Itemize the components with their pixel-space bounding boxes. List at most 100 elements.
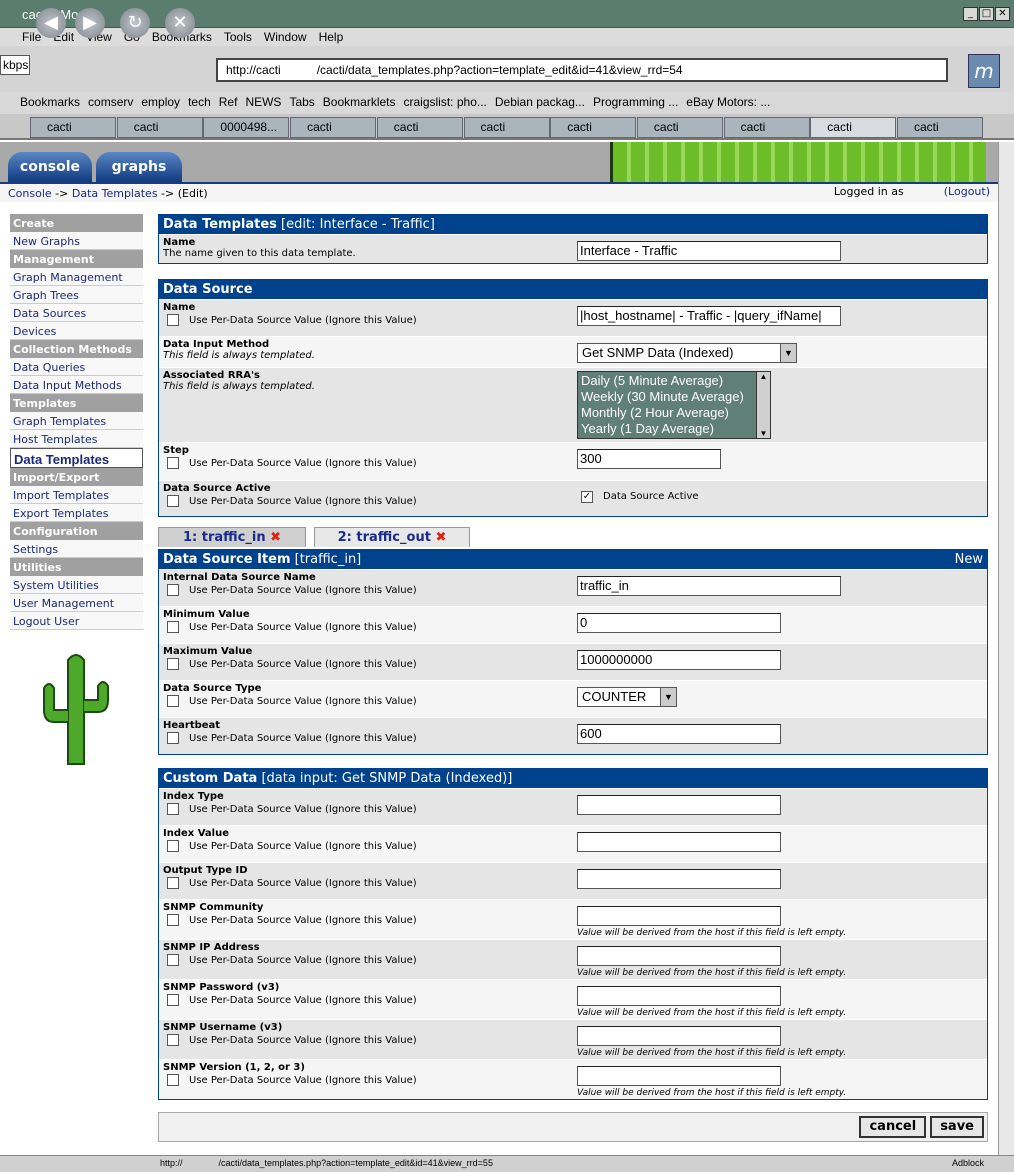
text-input[interactable] xyxy=(577,869,781,889)
close-window-button[interactable]: ✕ xyxy=(995,7,1010,21)
browser-tab[interactable]: cacti xyxy=(636,117,723,138)
sidebar-item-graph-trees[interactable]: Graph Trees xyxy=(10,286,143,304)
minimize-button[interactable]: _ xyxy=(963,7,978,21)
per-data-source-checkbox[interactable] xyxy=(167,1074,179,1086)
browser-tab[interactable]: cacti xyxy=(810,117,897,138)
ds-item-tab-2[interactable]: 2: traffic_out ✖ xyxy=(314,527,470,547)
text-input[interactable] xyxy=(577,986,781,1006)
browser-tab[interactable]: cacti xyxy=(550,117,637,138)
graphs-tab[interactable]: graphs xyxy=(96,152,182,182)
reload-button[interactable]: ↻ xyxy=(120,8,150,38)
bookmark-item[interactable]: Debian packag... xyxy=(495,95,585,114)
data-source-active-checkbox[interactable]: ✓ xyxy=(581,491,593,503)
browser-tab[interactable]: 0000498... xyxy=(203,117,290,138)
text-input[interactable]: 0 xyxy=(577,613,781,633)
sidebar-item-data-templates[interactable]: Data Templates xyxy=(10,448,143,468)
sidebar-item-data-sources[interactable]: Data Sources xyxy=(10,304,143,322)
rra-option[interactable]: Daily (5 Minute Average) xyxy=(581,373,753,389)
bookmark-item[interactable]: craigslist: pho... xyxy=(404,95,487,114)
stop-button[interactable]: ✕ xyxy=(165,8,195,38)
menu-help[interactable]: Help xyxy=(319,30,344,46)
browser-tab[interactable]: cacti xyxy=(116,117,203,138)
sidebar-item-graph-management[interactable]: Graph Management xyxy=(10,268,143,286)
bookmark-item[interactable]: comserv xyxy=(88,95,133,114)
logout-link[interactable]: (Logout) xyxy=(944,185,990,198)
per-data-source-checkbox[interactable] xyxy=(167,803,179,815)
bookmark-item[interactable]: Tabs xyxy=(289,95,314,114)
text-input[interactable]: 300 xyxy=(577,449,721,469)
url-bar[interactable]: http://cacti /cacti/data_templates.php?a… xyxy=(216,58,948,82)
vertical-scrollbar[interactable] xyxy=(998,142,1014,1155)
menu-window[interactable]: Window xyxy=(264,30,307,46)
per-data-source-checkbox[interactable] xyxy=(167,314,179,326)
sidebar-item-devices[interactable]: Devices xyxy=(10,322,143,340)
per-data-source-checkbox[interactable] xyxy=(167,584,179,596)
scroll-up-icon[interactable]: ▲ xyxy=(757,372,770,381)
browser-tab[interactable]: cacti xyxy=(897,117,983,138)
text-input[interactable] xyxy=(577,1026,781,1046)
per-data-source-checkbox[interactable] xyxy=(167,1034,179,1046)
browser-tab[interactable]: cacti xyxy=(723,117,810,138)
sidebar-item-host-templates[interactable]: Host Templates xyxy=(10,430,143,448)
sidebar-item-data-queries[interactable]: Data Queries xyxy=(10,358,143,376)
browser-tab[interactable]: cacti xyxy=(376,117,463,138)
chevron-down-icon[interactable]: ▼ xyxy=(780,344,796,362)
sidebar-item-settings[interactable]: Settings xyxy=(10,540,143,558)
text-input[interactable] xyxy=(577,946,781,966)
rra-option[interactable]: Monthly (2 Hour Average) xyxy=(581,405,753,421)
per-data-source-checkbox[interactable] xyxy=(167,914,179,926)
bookmark-item[interactable]: Bookmarks xyxy=(20,95,80,114)
bookmark-item[interactable]: eBay Motors: ... xyxy=(686,95,770,114)
cancel-button[interactable]: cancel xyxy=(859,1116,927,1138)
select-dropdown[interactable]: COUNTER ▼ xyxy=(577,687,677,707)
sidebar-item-import-templates[interactable]: Import Templates xyxy=(10,486,143,504)
chevron-down-icon[interactable]: ▼ xyxy=(660,688,676,706)
browser-tab[interactable]: cacti xyxy=(30,117,116,138)
bookmark-item[interactable]: Ref xyxy=(219,95,238,114)
sidebar-item-user-management[interactable]: User Management xyxy=(10,594,143,612)
save-button[interactable]: save xyxy=(930,1116,984,1138)
delete-icon[interactable]: ✖ xyxy=(435,530,446,545)
per-data-source-checkbox[interactable] xyxy=(167,695,179,707)
text-input[interactable]: |host_hostname| - Traffic - |query_ifNam… xyxy=(577,306,841,326)
rra-multiselect[interactable]: Daily (5 Minute Average) Weekly (30 Minut… xyxy=(577,371,771,439)
list-scrollbar[interactable]: ▲ ▼ xyxy=(756,372,770,438)
per-data-source-checkbox[interactable] xyxy=(167,840,179,852)
delete-icon[interactable]: ✖ xyxy=(270,530,281,545)
scroll-down-icon[interactable]: ▼ xyxy=(757,429,770,438)
text-input[interactable]: 600 xyxy=(577,724,781,744)
menu-tools[interactable]: Tools xyxy=(224,30,252,46)
sidebar-item-data-input-methods[interactable]: Data Input Methods xyxy=(10,376,143,394)
text-input[interactable]: traffic_in xyxy=(577,576,841,596)
select-dropdown[interactable]: Get SNMP Data (Indexed) ▼ xyxy=(577,343,797,363)
sidebar-item-new-graphs[interactable]: New Graphs xyxy=(10,232,143,250)
rra-option[interactable]: Yearly (1 Day Average) xyxy=(581,421,753,437)
adblock-label[interactable]: Adblock xyxy=(952,1158,984,1168)
maximize-button[interactable]: □ xyxy=(979,7,994,21)
per-data-source-checkbox[interactable] xyxy=(167,621,179,633)
text-input[interactable]: 1000000000 xyxy=(577,650,781,670)
sidebar-item-logout-user[interactable]: Logout User xyxy=(10,612,143,630)
browser-tab[interactable]: cacti xyxy=(463,117,550,138)
per-data-source-checkbox[interactable] xyxy=(167,658,179,670)
ds-item-tab-1[interactable]: 1: traffic_in ✖ xyxy=(158,527,306,547)
bookmark-item[interactable]: Bookmarklets xyxy=(323,95,396,114)
sidebar-item-system-utilities[interactable]: System Utilities xyxy=(10,576,143,594)
bookmark-item[interactable]: employ xyxy=(141,95,180,114)
bookmark-item[interactable]: NEWS xyxy=(245,95,281,114)
browser-tab[interactable]: cacti xyxy=(290,117,377,138)
per-data-source-checkbox[interactable] xyxy=(167,994,179,1006)
forward-button[interactable]: ▶ xyxy=(75,8,105,38)
bookmark-item[interactable]: Programming ... xyxy=(593,95,678,114)
breadcrumb-data-templates[interactable]: Data Templates xyxy=(72,187,158,200)
text-input[interactable]: Interface - Traffic xyxy=(577,241,841,261)
text-input[interactable] xyxy=(577,832,781,852)
text-input[interactable] xyxy=(577,1066,781,1086)
per-data-source-checkbox[interactable] xyxy=(167,954,179,966)
bookmark-item[interactable]: tech xyxy=(188,95,211,114)
per-data-source-checkbox[interactable] xyxy=(167,877,179,889)
text-input[interactable] xyxy=(577,906,781,926)
console-tab[interactable]: console xyxy=(8,152,92,182)
text-input[interactable] xyxy=(577,795,781,815)
per-data-source-checkbox[interactable] xyxy=(167,457,179,469)
